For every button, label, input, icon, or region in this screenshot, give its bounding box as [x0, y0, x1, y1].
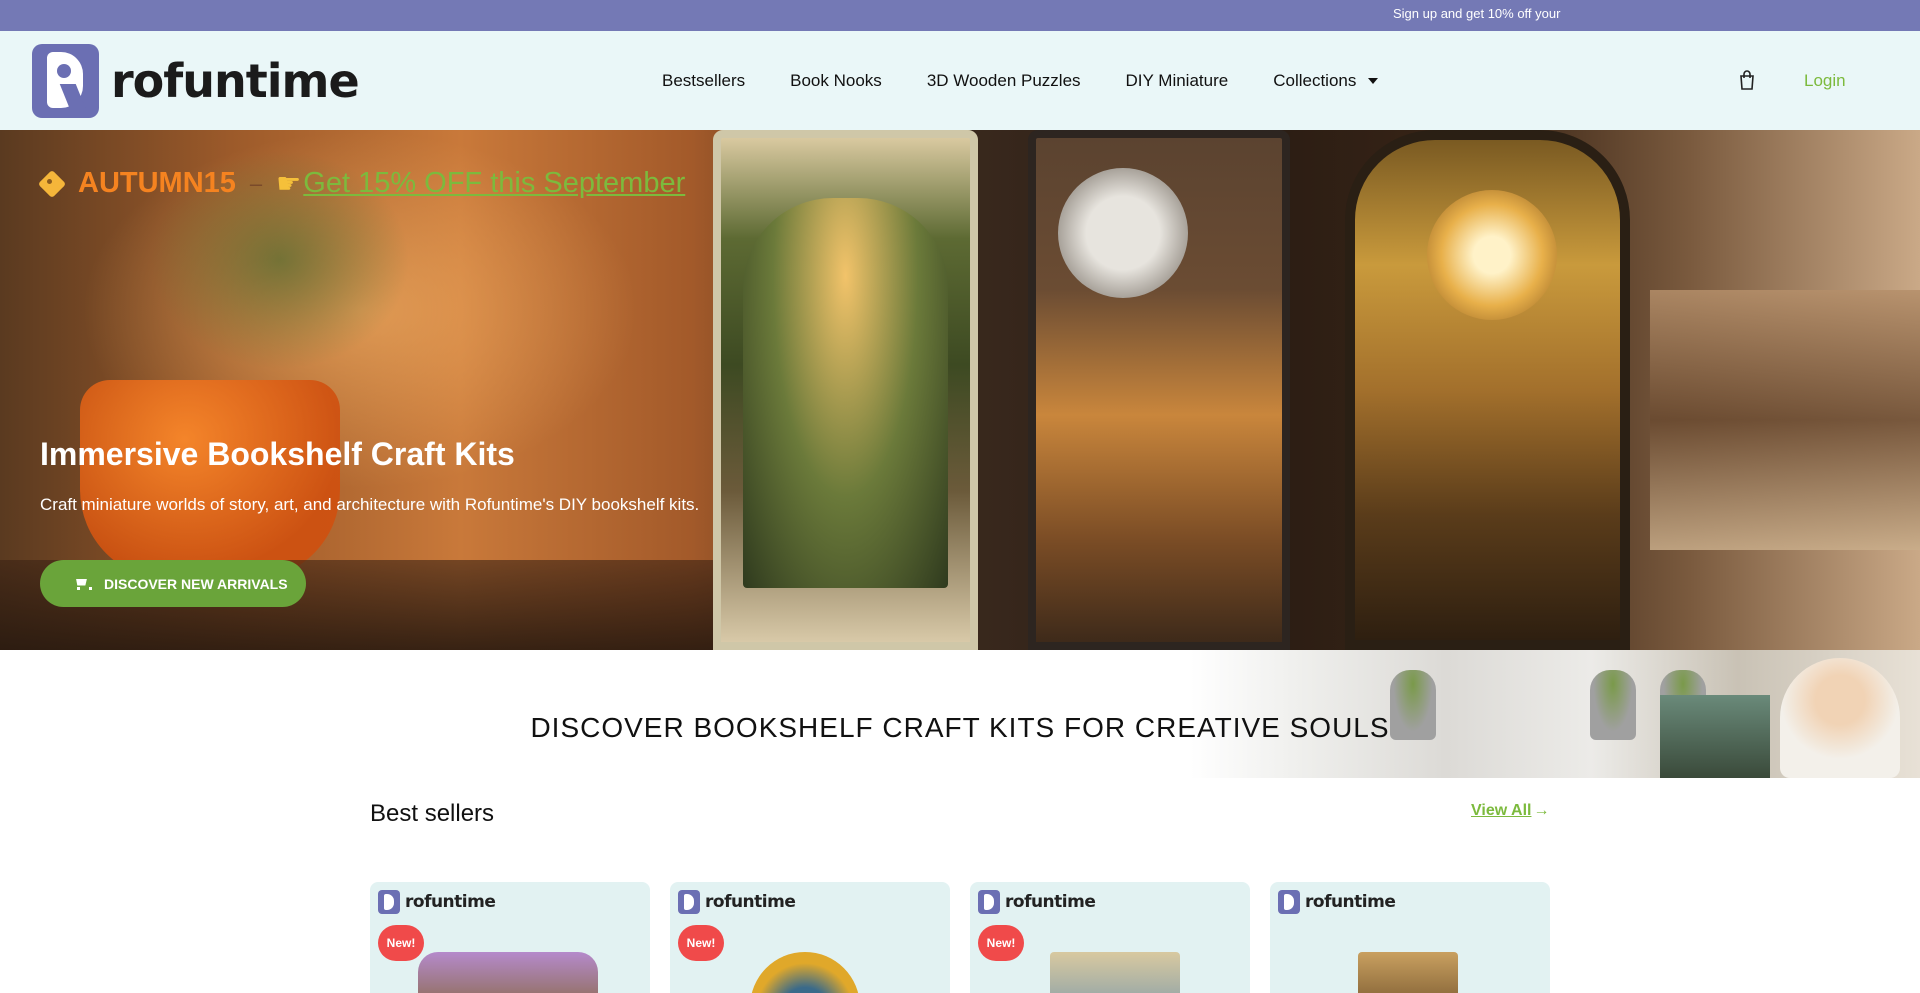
discover-new-arrivals-button[interactable]: DISCOVER NEW ARRIVALS	[40, 560, 306, 607]
card-brand: rofuntime	[378, 890, 496, 914]
chevron-down-icon	[1368, 78, 1379, 84]
hero-bg-cup	[80, 380, 340, 580]
hero-book-nook-forest	[713, 130, 978, 650]
main-nav: Bestsellers Book Nooks 3D Wooden Puzzles…	[662, 71, 1423, 91]
view-all-link[interactable]: View All →	[1471, 802, 1549, 820]
nav-collections-label: Collections	[1273, 71, 1357, 90]
promo-separator: –	[249, 170, 263, 196]
discover-banner: DISCOVER BOOKSHELF CRAFT KITS FOR CREATI…	[0, 650, 1920, 778]
discover-heading: DISCOVER BOOKSHELF CRAFT KITS FOR CREATI…	[530, 712, 1390, 743]
product-card[interactable]: rofuntime New!	[370, 882, 650, 993]
view-all-label: View All	[1471, 802, 1532, 819]
product-image	[1050, 952, 1180, 993]
product-image	[418, 952, 598, 993]
announcement-text[interactable]: Sign up and get 10% off your	[1393, 6, 1560, 21]
best-sellers-cards: rofuntime New! rofuntime New! rofuntime …	[370, 882, 1570, 993]
new-badge: New!	[978, 925, 1024, 961]
product-card[interactable]: rofuntime	[1270, 882, 1550, 993]
announcement-bar: Sign up and get 10% off your	[0, 0, 1920, 31]
site-header: rofuntime Bestsellers Book Nooks 3D Wood…	[0, 31, 1920, 130]
discover-new-arrivals-label: DISCOVER NEW ARRIVALS	[104, 575, 288, 592]
card-brand-text: rofuntime	[705, 892, 796, 912]
hero-bg-books	[1650, 290, 1920, 550]
card-brand: rofuntime	[678, 890, 796, 914]
brand-logo-icon	[978, 890, 1000, 914]
product-image	[750, 952, 860, 993]
brand-logo-icon	[678, 890, 700, 914]
price-tag-icon	[40, 172, 66, 196]
new-badge: New!	[378, 925, 424, 961]
nav-bestsellers[interactable]: Bestsellers	[662, 71, 745, 91]
nav-3d-wooden-puzzles[interactable]: 3D Wooden Puzzles	[927, 71, 1081, 91]
brand-logo-icon	[378, 890, 400, 914]
nav-collections[interactable]: Collections	[1273, 71, 1379, 91]
card-brand-text: rofuntime	[1005, 892, 1096, 912]
card-brand: rofuntime	[978, 890, 1096, 914]
arrow-right-icon: →	[1533, 802, 1550, 819]
product-image	[1358, 952, 1458, 993]
card-brand: rofuntime	[1278, 890, 1396, 914]
login-link[interactable]: Login	[1804, 71, 1846, 91]
hero-subtitle: Craft miniature worlds of story, art, an…	[40, 495, 700, 514]
product-card[interactable]: rofuntime New!	[970, 882, 1250, 993]
nav-book-nooks[interactable]: Book Nooks	[790, 71, 882, 91]
hero-book-nook-windmill	[1028, 130, 1290, 650]
site-logo[interactable]: rofuntime	[32, 44, 360, 118]
card-brand-text: rofuntime	[1305, 892, 1396, 912]
nav-diy-miniature[interactable]: DIY Miniature	[1126, 71, 1229, 91]
hero-book-nook-clock	[1345, 130, 1630, 650]
hero-banner[interactable]: AUTUMN15 – ☛ Get 15% OFF this September …	[0, 130, 1920, 650]
card-brand-text: rofuntime	[405, 892, 496, 912]
logo-mark-icon	[32, 44, 99, 118]
pointing-hand-icon: ☛	[276, 168, 302, 199]
promo-code: AUTUMN15	[78, 167, 236, 199]
promo-link[interactable]: Get 15% OFF this September	[303, 167, 685, 200]
new-badge: New!	[678, 925, 724, 961]
logo-text: rofuntime	[111, 54, 360, 108]
brand-logo-icon	[1278, 890, 1300, 914]
promo-line: AUTUMN15 – ☛ Get 15% OFF this September	[40, 167, 685, 200]
cart-icon	[74, 578, 92, 590]
product-card[interactable]: rofuntime New!	[670, 882, 950, 993]
hero-title: Immersive Bookshelf Craft Kits	[40, 436, 515, 472]
shopping-bag-icon[interactable]	[1738, 70, 1756, 90]
best-sellers-title: Best sellers	[370, 800, 495, 827]
